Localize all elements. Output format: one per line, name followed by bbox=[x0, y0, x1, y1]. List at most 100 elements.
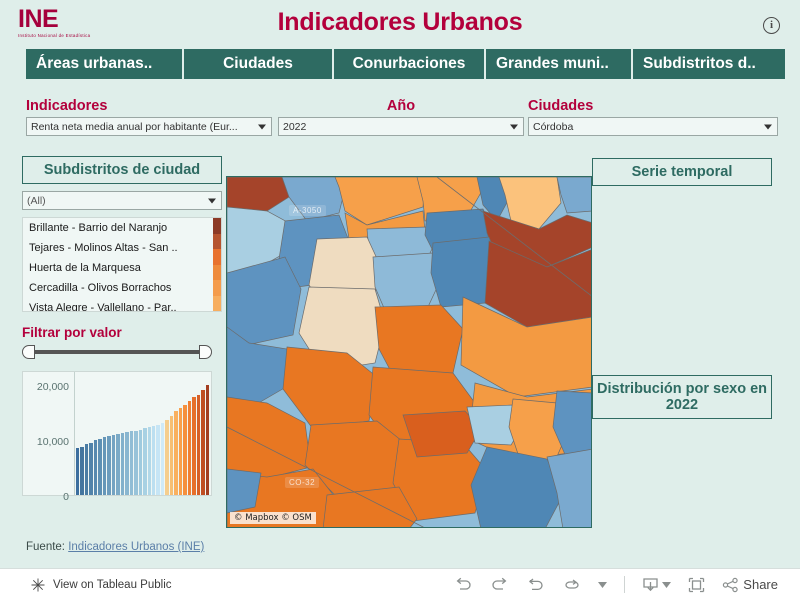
anio-label: Año bbox=[386, 98, 416, 114]
serie-temporal-button[interactable]: Serie temporal bbox=[592, 158, 772, 186]
tab-areas-urbanas[interactable]: Áreas urbanas.. bbox=[26, 49, 182, 79]
strip-segment bbox=[213, 264, 221, 280]
map-polygons[interactable] bbox=[227, 177, 592, 528]
map-region[interactable] bbox=[227, 177, 290, 212]
chart-bar[interactable] bbox=[205, 384, 210, 495]
list-item[interactable]: Cercadilla - Olivos Borrachos bbox=[23, 278, 221, 298]
chart-bar[interactable] bbox=[160, 422, 165, 495]
chart-bar[interactable] bbox=[93, 440, 98, 495]
undo-icon[interactable] bbox=[454, 577, 473, 592]
fullscreen-icon[interactable] bbox=[688, 577, 705, 593]
subdistritos-select-value: (All) bbox=[27, 194, 46, 207]
chart-bar[interactable] bbox=[196, 394, 201, 495]
anio-select-value: 2022 bbox=[283, 120, 307, 133]
source-prefix: Fuente: bbox=[26, 541, 65, 553]
chart-bar[interactable] bbox=[125, 432, 129, 495]
tab-subdistritos[interactable]: Subdistritos d.. bbox=[633, 49, 785, 79]
list-item[interactable]: Tejares - Molinos Altas - San .. bbox=[23, 238, 221, 258]
chart-bar[interactable] bbox=[138, 429, 143, 495]
subdistritos-de-ciudad-button[interactable]: Subdistritos de ciudad bbox=[22, 156, 222, 184]
view-on-tableau-public-label[interactable]: View on Tableau Public bbox=[53, 579, 172, 591]
share-label: Share bbox=[743, 577, 778, 592]
ciudades-select[interactable]: Córdoba bbox=[528, 117, 778, 136]
chart-bar[interactable] bbox=[192, 396, 196, 495]
download-icon[interactable] bbox=[642, 577, 672, 593]
chart-bar[interactable] bbox=[80, 446, 84, 495]
strip-segment bbox=[213, 280, 221, 296]
chevron-down-icon bbox=[510, 124, 518, 129]
indicadores-select[interactable]: Renta neta media anual por habitante (Eu… bbox=[26, 117, 272, 136]
chart-bar[interactable] bbox=[143, 428, 147, 495]
map-attribution[interactable]: © Mapbox © OSM bbox=[230, 512, 316, 524]
chart-bar[interactable] bbox=[178, 407, 183, 495]
chart-y-axis: 0 10,000 20,000 bbox=[23, 372, 75, 503]
ciudades-label: Ciudades bbox=[528, 98, 594, 114]
chart-bar[interactable] bbox=[120, 432, 125, 495]
chart-bar[interactable] bbox=[107, 436, 111, 495]
chevron-down-icon bbox=[764, 124, 772, 129]
chart-y-tick: 20,000 bbox=[36, 381, 69, 393]
chart-bar[interactable] bbox=[201, 390, 205, 495]
chart-bar[interactable] bbox=[183, 404, 187, 495]
chart-bar[interactable] bbox=[102, 437, 107, 495]
ciudades-select-value: Córdoba bbox=[533, 120, 574, 133]
subdistritos-list[interactable]: Brillante - Barrio del Naranjo Tejares - … bbox=[22, 217, 222, 312]
map-region[interactable] bbox=[556, 177, 592, 214]
chart-bar[interactable] bbox=[174, 411, 178, 495]
info-icon[interactable]: i bbox=[763, 17, 780, 34]
chart-bar[interactable] bbox=[111, 434, 116, 495]
road-label-a3050: A-3050 bbox=[289, 205, 326, 216]
chart-bar[interactable] bbox=[98, 438, 102, 495]
subdistritos-select[interactable]: (All) bbox=[22, 191, 222, 210]
source-link[interactable]: Indicadores Urbanos (INE) bbox=[68, 541, 204, 553]
chart-bar[interactable] bbox=[134, 430, 138, 495]
tab-conurbaciones[interactable]: Conurbaciones bbox=[334, 49, 484, 79]
slider-handle-min[interactable] bbox=[22, 345, 35, 359]
tab-ciudades[interactable]: Ciudades bbox=[184, 49, 332, 79]
chart-bar[interactable] bbox=[187, 400, 192, 495]
chart-bar[interactable] bbox=[169, 416, 174, 495]
dashboard-header: INE Instituto Nacional de Estadística In… bbox=[0, 0, 800, 46]
tableau-toolbar: View on Tableau Public Share bbox=[0, 568, 800, 600]
chevron-down-icon bbox=[208, 198, 216, 203]
chart-plot-area[interactable] bbox=[76, 376, 210, 495]
chart-bar[interactable] bbox=[76, 448, 80, 495]
slider-handle-max[interactable] bbox=[199, 345, 212, 359]
revert-icon[interactable] bbox=[526, 577, 545, 592]
pause-dropdown-icon[interactable] bbox=[598, 581, 608, 588]
chart-bar[interactable] bbox=[116, 433, 120, 495]
value-range-slider[interactable] bbox=[22, 345, 212, 359]
map-region[interactable] bbox=[227, 256, 302, 346]
chart-y-tick: 0 bbox=[63, 491, 69, 503]
indicadores-filter: Indicadores Renta neta media anual por h… bbox=[26, 98, 272, 136]
list-item[interactable]: Huerta de la Marquesa bbox=[23, 258, 221, 278]
chart-y-tick: 10,000 bbox=[36, 436, 69, 448]
refresh-icon[interactable] bbox=[562, 577, 581, 592]
strip-segment bbox=[213, 249, 221, 265]
chart-bar[interactable] bbox=[156, 424, 160, 495]
distribucion-por-sexo-button[interactable]: Distribución por sexo en 2022 bbox=[592, 375, 772, 419]
list-item[interactable]: Brillante - Barrio del Naranjo bbox=[23, 218, 221, 238]
toolbar-left[interactable]: View on Tableau Public bbox=[30, 577, 172, 593]
chart-bar[interactable] bbox=[84, 444, 89, 495]
filter-bar: Indicadores Renta neta media anual por h… bbox=[0, 98, 800, 144]
tab-grandes-municipios[interactable]: Grandes muni.. bbox=[486, 49, 631, 79]
share-button[interactable]: Share bbox=[722, 577, 778, 593]
source-note: Fuente: Indicadores Urbanos (INE) bbox=[26, 541, 204, 553]
subdistritos-color-strip[interactable] bbox=[213, 218, 221, 311]
choropleth-map[interactable]: A-3050 CO-32 © Mapbox © OSM bbox=[226, 176, 592, 528]
redo-icon[interactable] bbox=[490, 577, 509, 592]
filtrar-por-valor-label: Filtrar por valor bbox=[22, 325, 122, 340]
chart-bar[interactable] bbox=[147, 427, 151, 495]
page-title: Indicadores Urbanos bbox=[277, 8, 523, 36]
anio-select[interactable]: 2022 bbox=[278, 117, 524, 136]
chart-bar[interactable] bbox=[129, 431, 134, 495]
chart-bar[interactable] bbox=[151, 425, 156, 495]
value-distribution-bar-chart[interactable]: 0 10,000 20,000 bbox=[22, 371, 212, 503]
slider-track[interactable] bbox=[30, 350, 204, 354]
chart-bar[interactable] bbox=[89, 442, 93, 495]
toolbar-divider bbox=[624, 576, 626, 593]
chart-bar[interactable] bbox=[165, 419, 169, 495]
list-item[interactable]: Vista Alegre - Vallellano - Par.. bbox=[23, 298, 221, 311]
road-label-co32: CO-32 bbox=[285, 477, 320, 488]
